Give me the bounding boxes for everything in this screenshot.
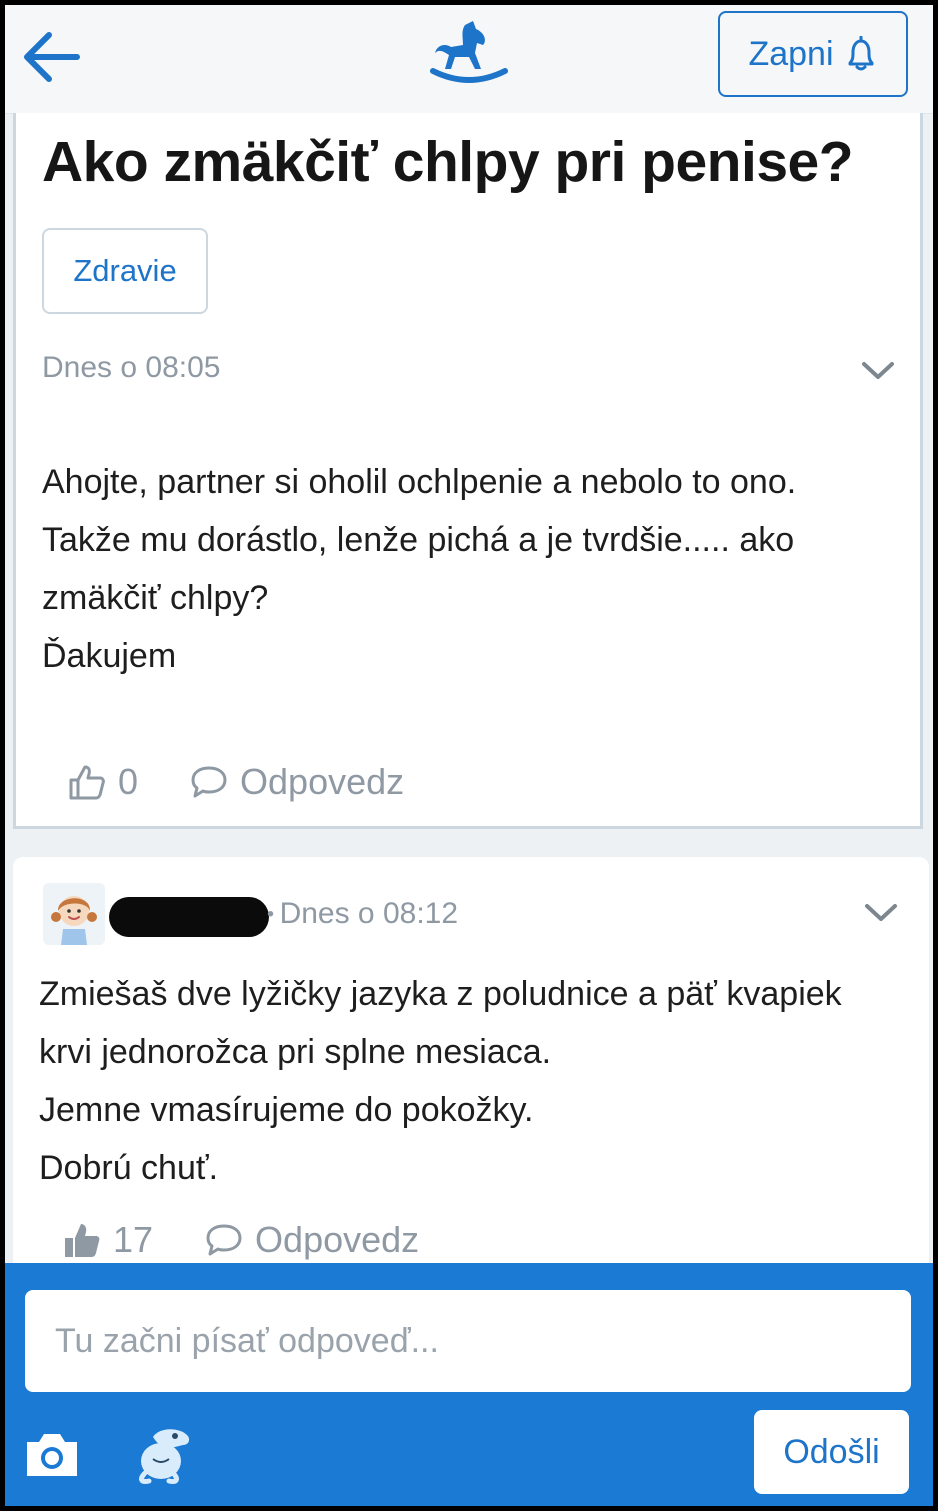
speech-bubble-icon <box>191 766 227 798</box>
like-count: 0 <box>118 761 139 802</box>
reply-button[interactable]: Odpovedz <box>190 761 404 803</box>
send-button[interactable]: Odošli <box>754 1410 909 1494</box>
camera-icon <box>27 1434 77 1476</box>
logo[interactable] <box>429 19 509 91</box>
answer-actions: 17 Odpovedz <box>63 1219 419 1261</box>
bell-icon <box>848 36 874 71</box>
separator-dot: • <box>267 903 280 926</box>
subscribe-button[interactable]: Zapni <box>718 11 908 97</box>
answer-time-text: Dnes o 08:12 <box>279 897 459 930</box>
question-body-line: Takže mu dorástlo, lenže pichá a je tvrd… <box>42 521 795 559</box>
question-body: Ahojte, partner si oholil ochlpenie a ne… <box>42 453 912 685</box>
camera-button[interactable] <box>23 1428 81 1480</box>
category-tag[interactable]: Zdravie <box>42 228 208 314</box>
question-body-line: Ahojte, partner si oholil ochlpenie a ne… <box>42 463 797 501</box>
back-button[interactable] <box>19 27 83 87</box>
rocking-horse-icon <box>430 21 508 83</box>
app-screen: Zapni Ako zmäkčiť chlpy pri penise? Zdra… <box>5 5 933 1506</box>
question-card: Ako zmäkčiť chlpy pri penise? Zdravie Dn… <box>13 113 923 829</box>
answer-timestamp: • Dnes o 08:12 <box>267 897 458 931</box>
like-count: 17 <box>113 1219 154 1260</box>
mascot-icon <box>139 1429 190 1484</box>
author-name-redacted[interactable] <box>109 897 269 937</box>
girl-avatar-icon <box>43 883 105 945</box>
thumbs-up-filled-icon <box>65 1224 100 1257</box>
answer-body-line: Jemne vmasírujeme do pokožky. <box>39 1091 534 1129</box>
reply-label: Odpovedz <box>240 761 405 802</box>
reply-composer: Odošli <box>5 1263 933 1506</box>
like-button[interactable]: 17 <box>63 1219 153 1261</box>
answer-body-line: Zmiešaš dve lyžičky jazyka z poludnice a… <box>39 975 842 1013</box>
answer-body-line: krvi jednorožca pri splne mesiaca. <box>39 1033 552 1071</box>
reply-label: Odpovedz <box>255 1219 420 1260</box>
question-body-line: Ďakujem <box>42 637 177 675</box>
top-bar: Zapni <box>5 5 933 114</box>
chevron-down-icon[interactable] <box>864 902 898 924</box>
question-actions: 0 Odpovedz <box>68 761 404 803</box>
reply-input[interactable] <box>25 1290 911 1392</box>
arrow-left-icon <box>24 32 80 82</box>
question-body-line: zmäkčiť chlpy? <box>42 579 269 617</box>
answer-body-line: Dobrú chuť. <box>39 1149 219 1187</box>
mascot-button[interactable] <box>131 1423 195 1485</box>
question-timestamp: Dnes o 08:05 <box>42 351 221 384</box>
thumbs-up-outline-icon <box>69 765 105 800</box>
reply-button[interactable]: Odpovedz <box>205 1219 419 1261</box>
chevron-down-icon[interactable] <box>861 360 895 382</box>
answer-card: • Dnes o 08:12 Zmiešaš dve lyžičky jazyk… <box>13 857 929 1277</box>
avatar[interactable] <box>43 883 105 945</box>
speech-bubble-icon <box>206 1224 242 1256</box>
like-button[interactable]: 0 <box>68 761 138 803</box>
answer-body: Zmiešaš dve lyžičky jazyka z poludnice a… <box>39 965 919 1197</box>
subscribe-label: Zapni <box>748 34 834 73</box>
question-title: Ako zmäkčiť chlpy pri penise? <box>42 130 854 194</box>
